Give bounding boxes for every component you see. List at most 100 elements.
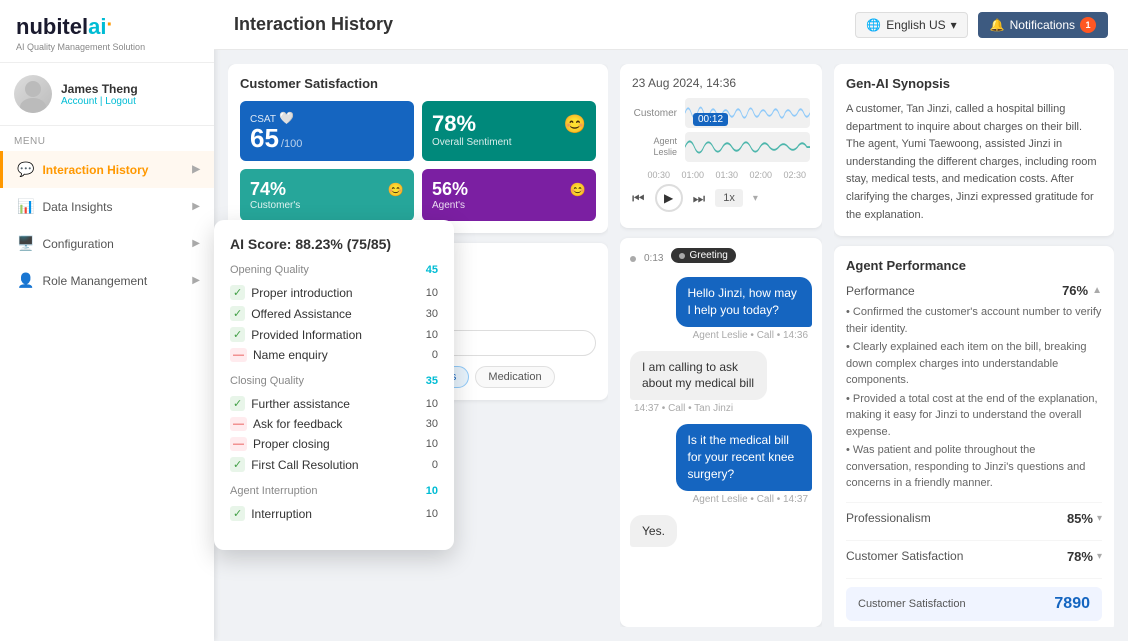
notif-badge: 1 bbox=[1080, 17, 1096, 33]
qi-further-assistance: ✓ Further assistance 10 bbox=[230, 393, 438, 414]
agent-pct-card: 56% 😊 Agent's bbox=[422, 169, 596, 221]
agent-track-label: AgentLeslie bbox=[632, 136, 677, 158]
playback-buttons: ⏮ ▶ ⏭ 1x ▾ bbox=[632, 184, 758, 212]
nav-arrow-config: ▶ bbox=[192, 238, 200, 249]
perf-pct-performance: 76% bbox=[1062, 283, 1088, 298]
check-offered-assistance: ✓ bbox=[230, 306, 245, 321]
bell-icon: 🔔 bbox=[990, 18, 1005, 32]
user-actions[interactable]: Account | Logout bbox=[61, 96, 138, 107]
csat-bottom-label: Customer Satisfaction bbox=[858, 598, 966, 610]
play-button[interactable]: ▶ bbox=[655, 184, 683, 212]
language-selector[interactable]: 🌐 English US ▾ bbox=[855, 12, 967, 38]
check-ask-feedback: — bbox=[230, 417, 247, 431]
opening-quality-score: 45 bbox=[426, 264, 438, 276]
agent-interruption-group: Agent Interruption 10 ✓ Interruption 10 bbox=[230, 485, 438, 524]
chat-meta-3: Agent Leslie • Call • 14:37 bbox=[630, 494, 812, 505]
sidebar-item-interaction-history[interactable]: 💬 Interaction History ▶ bbox=[0, 151, 214, 188]
logo-text: nubitelai· bbox=[16, 14, 113, 40]
tag-medication[interactable]: Medication bbox=[475, 366, 554, 388]
chat-time-start: 0:13 bbox=[644, 253, 663, 264]
avatar bbox=[14, 75, 52, 113]
customer-satisfaction-section: Customer Satisfaction CSAT 🤍 65 bbox=[228, 64, 608, 233]
sidebar-item-role-management[interactable]: 👤 Role Manangement ▶ bbox=[0, 262, 214, 299]
monitor-icon: 🖥️ bbox=[17, 235, 34, 252]
csat-label: CSAT bbox=[250, 114, 276, 125]
tick-5: 02:30 bbox=[783, 170, 806, 180]
perf-item-performance: Performance 76% ▲ • Confirmed the custom… bbox=[846, 283, 1102, 503]
overall-pct: 78% bbox=[432, 111, 476, 137]
smiley-icon-3: 😊 bbox=[570, 182, 586, 198]
logo-nubitel: nubitel bbox=[16, 14, 88, 39]
right-panel: Gen-AI Synopsis A customer, Tan Jinzi, c… bbox=[834, 64, 1114, 627]
qi-proper-closing: — Proper closing 10 bbox=[230, 434, 438, 454]
ai-score-popup: AI Score: 88.23% (75/85) Opening Quality… bbox=[214, 220, 454, 550]
closing-quality-score: 35 bbox=[426, 375, 438, 387]
agent-interruption-score: 10 bbox=[426, 485, 438, 497]
chat-section: 0:13 Greeting Hello Jinzi, how may I hel… bbox=[620, 238, 822, 627]
skip-forward-button[interactable]: ⏭ bbox=[693, 190, 706, 207]
nav-label-interaction: Interaction History bbox=[42, 163, 148, 177]
chevron-down-professionalism[interactable]: ▾ bbox=[1097, 513, 1102, 524]
qi-proper-intro: ✓ Proper introduction 10 bbox=[230, 282, 438, 303]
qi-name-enquiry: — Name enquiry 0 bbox=[230, 345, 438, 365]
customer-bubble-2: Yes. bbox=[630, 515, 677, 548]
heart-icon: 🤍 bbox=[279, 111, 294, 125]
user-area: James Theng Account | Logout bbox=[0, 63, 214, 126]
sidebar-item-configuration[interactable]: 🖥️ Configuration ▶ bbox=[0, 225, 214, 262]
opening-quality-label: Opening Quality bbox=[230, 264, 309, 276]
sidebar-item-data-insights[interactable]: 📊 Data Insights ▶ bbox=[0, 188, 214, 225]
qi-first-call: ✓ First Call Resolution 0 bbox=[230, 454, 438, 475]
logo-area: nubitelai· AI Quality Management Solutio… bbox=[0, 0, 214, 63]
chat-icon: 💬 bbox=[17, 161, 34, 178]
tick-2: 01:00 bbox=[681, 170, 704, 180]
check-first-call: ✓ bbox=[230, 457, 245, 472]
closing-quality-group: Closing Quality 35 ✓ Further assistance … bbox=[230, 375, 438, 475]
agent-bubble-2: Is it the medical bill for your recent k… bbox=[676, 424, 813, 490]
speed-button[interactable]: 1x bbox=[715, 189, 743, 207]
perf-pct-csat: 78% bbox=[1067, 549, 1093, 564]
csat-score-card: CSAT 🤍 65 /100 bbox=[240, 101, 414, 161]
agent-label: Agent's bbox=[432, 200, 586, 211]
waveform-date: 23 Aug 2024, 14:36 bbox=[632, 76, 736, 90]
chat-meta-2: 14:37 • Call • Tan Jinzi bbox=[630, 403, 812, 414]
waveform-section: 23 Aug 2024, 14:36 Customer 00:12 Agen bbox=[620, 64, 822, 228]
opening-quality-group: Opening Quality 45 ✓ Proper introduction… bbox=[230, 264, 438, 365]
ai-score-title: AI Score: 88.23% (75/85) bbox=[230, 236, 438, 252]
notifications-button[interactable]: 🔔 Notifications 1 bbox=[978, 12, 1108, 38]
sidebar: nubitelai· AI Quality Management Solutio… bbox=[0, 0, 214, 641]
tick-1: 00:30 bbox=[647, 170, 670, 180]
nav-arrow: ▶ bbox=[192, 164, 200, 175]
perf-item-professionalism: Professionalism 85% ▾ bbox=[846, 511, 1102, 541]
check-proper-intro: ✓ bbox=[230, 285, 245, 300]
time-marker: 00:12 bbox=[693, 113, 728, 126]
synopsis-text: A customer, Tan Jinzi, called a hospital… bbox=[846, 101, 1102, 224]
chevron-down-csat[interactable]: ▾ bbox=[1097, 551, 1102, 562]
agent-pct: 56% bbox=[432, 179, 468, 200]
customer-track-label: Customer bbox=[632, 108, 677, 119]
customer-waveform: 00:12 bbox=[685, 98, 810, 128]
person-icon: 👤 bbox=[17, 272, 34, 289]
customer-track: Customer 00:12 bbox=[632, 98, 810, 128]
csat-denom: /100 bbox=[281, 138, 302, 150]
middle-panel: 23 Aug 2024, 14:36 Customer 00:12 Agen bbox=[620, 64, 822, 627]
customer-pct-card: 74% 😊 Customer's bbox=[240, 169, 414, 221]
nav-label-role: Role Manangement bbox=[42, 274, 147, 288]
nav-label-config: Configuration bbox=[42, 237, 113, 251]
tick-4: 02:00 bbox=[749, 170, 772, 180]
qi-provided-info: ✓ Provided Information 10 bbox=[230, 324, 438, 345]
customer-pct: 74% bbox=[250, 179, 286, 200]
page-title: Interaction History bbox=[234, 14, 393, 35]
chevron-up-icon[interactable]: ▲ bbox=[1092, 285, 1102, 296]
csat-bottom-score: 7890 bbox=[1054, 595, 1090, 613]
qi-ask-feedback: — Ask for feedback 30 bbox=[230, 414, 438, 434]
qi-interruption: ✓ Interruption 10 bbox=[230, 503, 438, 524]
closing-quality-label: Closing Quality bbox=[230, 375, 304, 387]
perf-label-professionalism: Professionalism bbox=[846, 511, 931, 525]
csat-grid: CSAT 🤍 65 /100 78 bbox=[240, 101, 596, 221]
time-dot bbox=[630, 256, 636, 262]
logo-sub: AI Quality Management Solution bbox=[16, 42, 198, 52]
skip-back-button[interactable]: ⏮ bbox=[632, 190, 645, 207]
agent-waveform bbox=[685, 132, 810, 162]
smiley-icon-2: 😊 bbox=[388, 182, 404, 198]
greeting-dot bbox=[679, 253, 685, 259]
